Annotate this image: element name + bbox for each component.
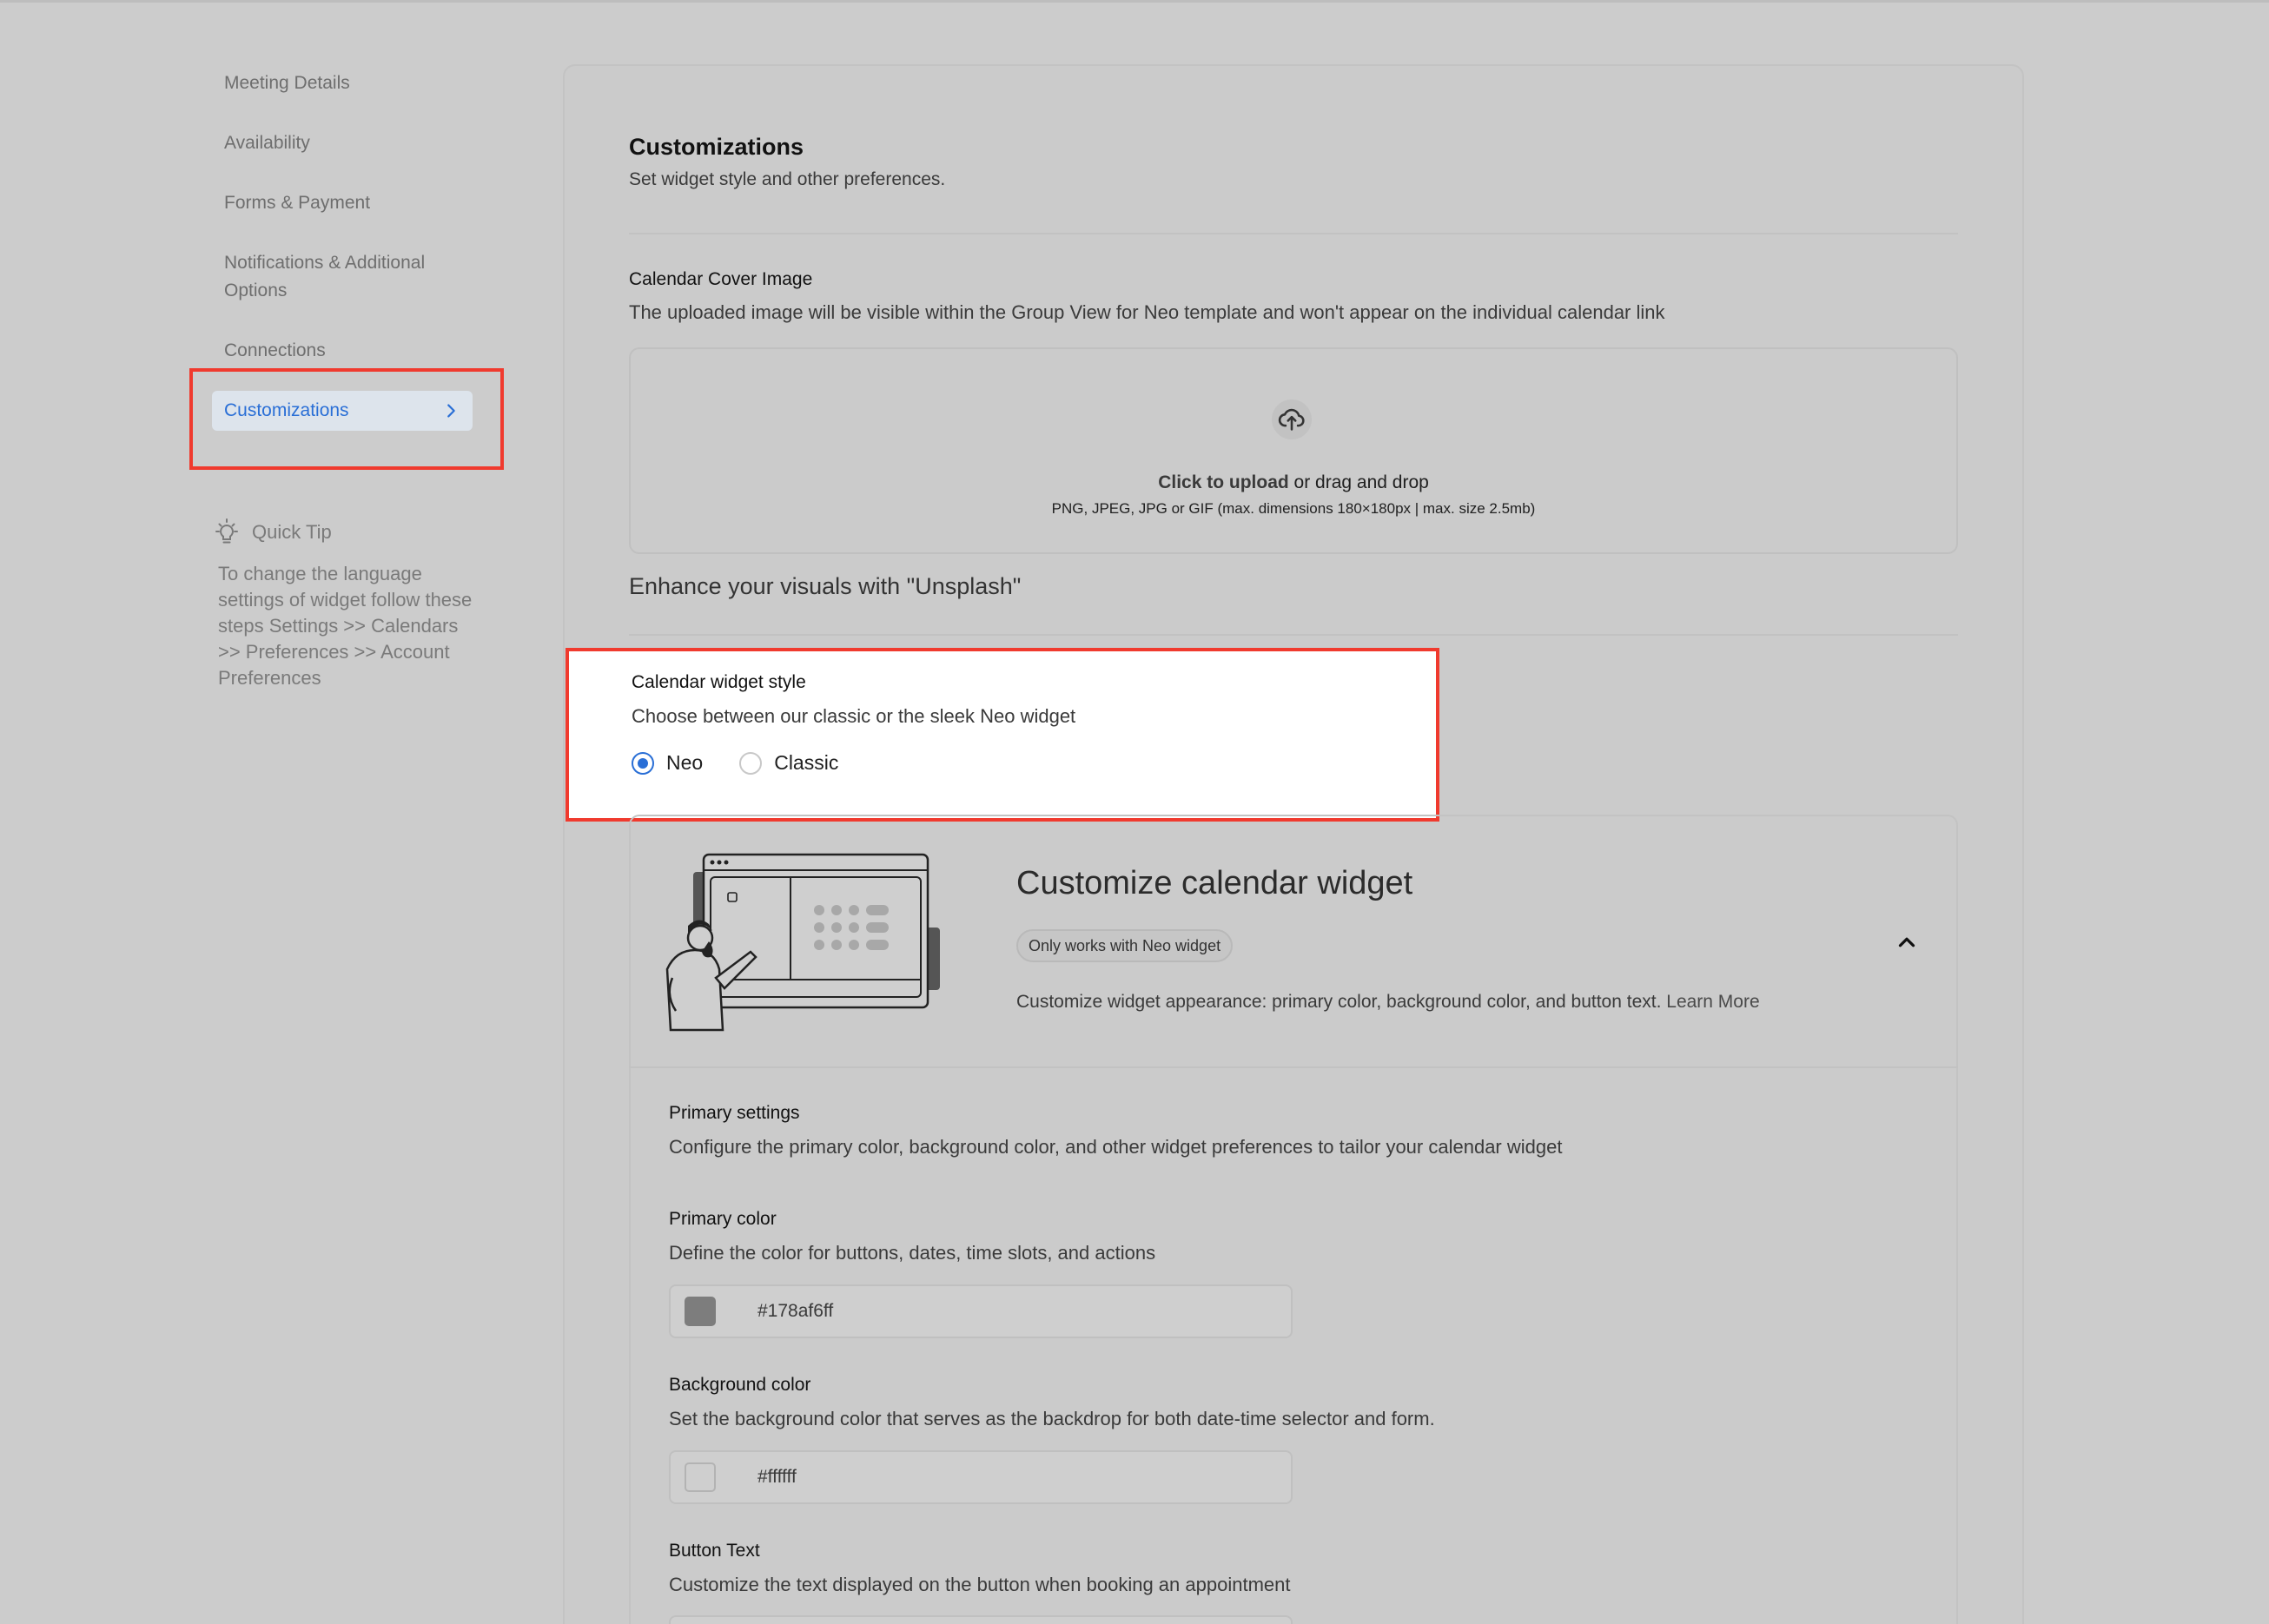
button-text-description: Customize the text displayed on the butt… [669,1574,1291,1595]
quick-tip-text: To change the language settings of widge… [218,563,473,689]
divider [629,1066,1958,1068]
widget-style-options: Neo Classic [632,751,838,775]
sidebar-item-forms-payment[interactable]: Forms & Payment [224,189,485,217]
background-color-description: Set the background color that serves as … [669,1408,1435,1429]
neo-only-badge: Only works with Neo widget [1016,929,1234,962]
button-text-label: Button Text [669,1541,760,1561]
radio-neo[interactable] [632,751,654,775]
cover-image-description: The uploaded image will be visible withi… [629,301,1665,323]
divider [629,233,1958,234]
upload-instructions: Click to upload or drag and drop [631,472,1956,493]
chevron-up-icon[interactable] [1894,929,1920,955]
cover-image-label: Calendar Cover Image [629,269,813,289]
highlight-box-customizations [189,368,504,470]
background-color-value[interactable]: #ffffff [757,1467,797,1488]
page-title: Customizations [629,134,804,160]
primary-color-swatch[interactable] [685,1297,716,1326]
primary-color-input[interactable]: #178af6ff [669,1284,1293,1338]
divider [629,634,1958,636]
radio-classic[interactable] [739,751,763,775]
upload-rest-text: or drag and drop [1288,472,1429,492]
sidebar-item-notifications[interactable]: Notifications & Additional Options [224,249,459,305]
background-color-label: Background color [669,1375,811,1395]
customize-widget-title: Customize calendar widget [1016,865,1413,901]
widget-illustration [665,853,940,1032]
radio-neo-label[interactable]: Neo [666,751,703,775]
button-text-input[interactable] [669,1615,1293,1624]
sidebar-item-meeting-details[interactable]: Meeting Details [224,69,485,97]
background-color-swatch[interactable] [685,1462,716,1492]
sidebar-item-availability[interactable]: Availability [224,129,485,157]
widget-style-section: Calendar widget style Choose between our… [566,648,1439,822]
click-to-upload-link[interactable]: Click to upload [1158,472,1289,492]
widget-style-description: Choose between our classic or the sleek … [632,705,1076,727]
quick-tip-title: Quick Tip [252,521,332,543]
unsplash-heading[interactable]: Enhance your visuals with "Unsplash" [629,573,1021,600]
sidebar-item-connections[interactable]: Connections [224,337,485,365]
learn-more-link[interactable]: Learn More [1666,992,1759,1012]
upload-icon [1272,399,1312,439]
customize-widget-description: Customize widget appearance: primary col… [1016,992,1760,1013]
top-bar [0,0,2269,3]
customize-widget-description-text: Customize widget appearance: primary col… [1016,992,1662,1012]
widget-style-label: Calendar widget style [632,672,806,692]
page-subtitle: Set widget style and other preferences. [629,169,946,189]
primary-settings-description: Configure the primary color, background … [669,1136,1563,1158]
quick-tip-header: Quick Tip [212,518,332,547]
upload-hint: PNG, JPEG, JPG or GIF (max. dimensions 1… [1051,500,1536,517]
primary-color-label: Primary color [669,1209,777,1229]
primary-settings-label: Primary settings [669,1103,800,1123]
primary-color-value[interactable]: #178af6ff [757,1301,833,1322]
cover-image-dropzone[interactable]: Click to upload or drag and drop PNG, JP… [629,347,1958,554]
lightbulb-icon [215,518,238,544]
background-color-input[interactable]: #ffffff [669,1450,1293,1504]
primary-color-description: Define the color for buttons, dates, tim… [669,1242,1156,1264]
radio-classic-label[interactable]: Classic [774,751,838,775]
